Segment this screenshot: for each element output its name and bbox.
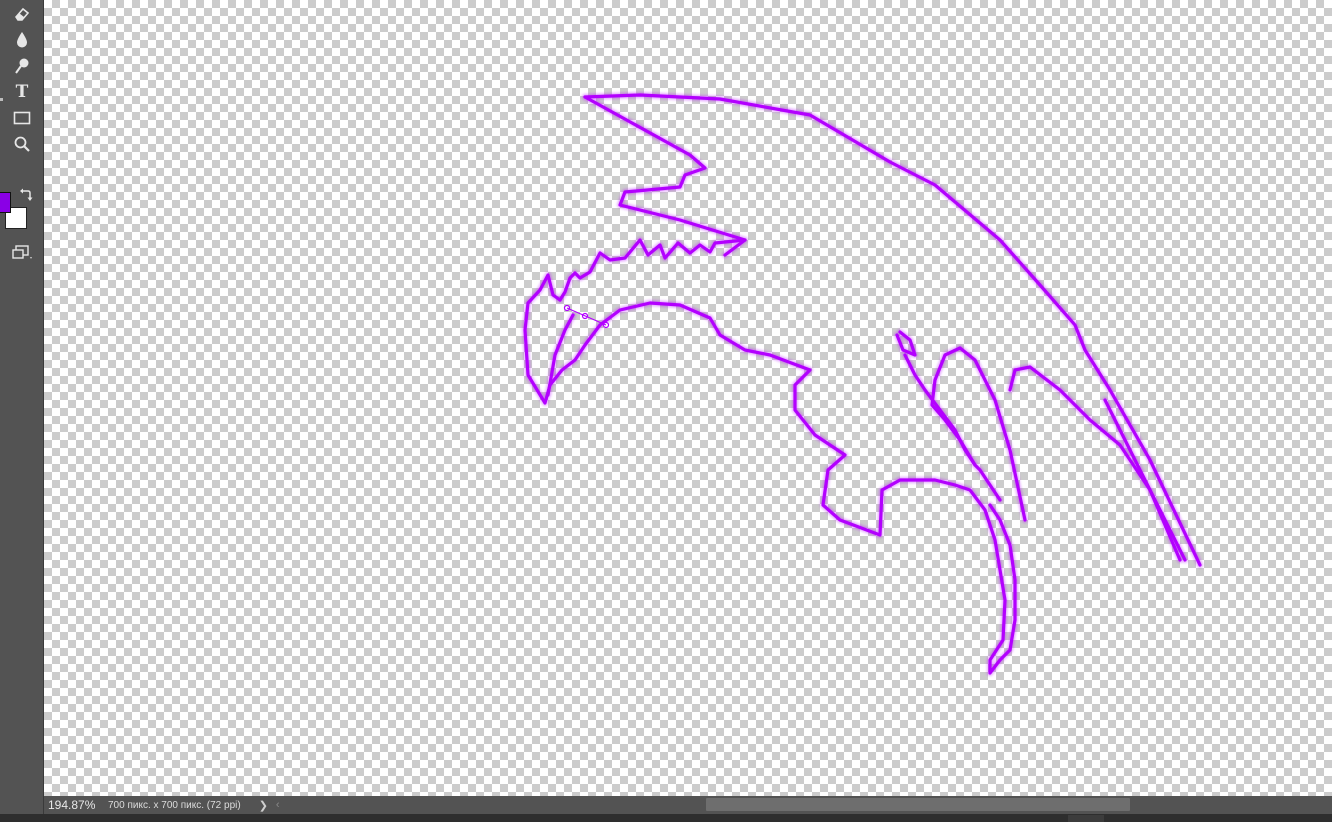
horizontal-scrollbar-thumb[interactable] [706, 798, 1130, 811]
panel-tab[interactable] [1068, 815, 1104, 822]
bottom-strip [0, 814, 1332, 822]
type-tool[interactable]: T [0, 81, 36, 103]
tools-panel: T [0, 0, 44, 822]
dragon-outline-artwork [522, 92, 1203, 676]
status-menu-arrow-icon[interactable]: ❯ [259, 799, 268, 812]
rectangle-tool[interactable] [8, 107, 36, 129]
screen-mode-icon[interactable] [11, 244, 33, 260]
wing-top-stroke [582, 92, 1203, 568]
dodge-icon [15, 58, 29, 74]
document-canvas[interactable] [44, 0, 1332, 796]
swap-colors-icon[interactable] [19, 188, 33, 202]
magnifier-icon [14, 136, 30, 152]
document-info: 700 пикс. x 700 пикс. (72 ppi) [108, 799, 241, 811]
eraser-tool[interactable] [8, 3, 36, 25]
zoom-tool[interactable] [8, 133, 36, 155]
drop-icon [17, 32, 27, 48]
rectangle-icon [13, 111, 31, 125]
head-stroke [522, 272, 1018, 676]
neck-spikes-stroke [557, 237, 748, 303]
eraser-icon [14, 7, 30, 21]
tool-group-marker [0, 98, 3, 101]
stroke-glow [522, 92, 1203, 676]
type-icon: T [15, 82, 29, 102]
scroll-left-icon[interactable]: ‹ [276, 799, 280, 811]
tail-tip-stroke [1103, 398, 1187, 562]
wing-spikes-stroke [583, 95, 747, 257]
dodge-tool[interactable] [8, 55, 36, 77]
blur-tool[interactable] [8, 29, 36, 51]
zoom-level-field[interactable]: 194.87% [44, 798, 96, 812]
foreground-color-swatch[interactable] [0, 192, 11, 213]
head-stroke [523, 273, 1017, 675]
status-bar: 194.87% 700 пикс. x 700 пикс. (72 ppi) ❯… [44, 796, 1332, 814]
